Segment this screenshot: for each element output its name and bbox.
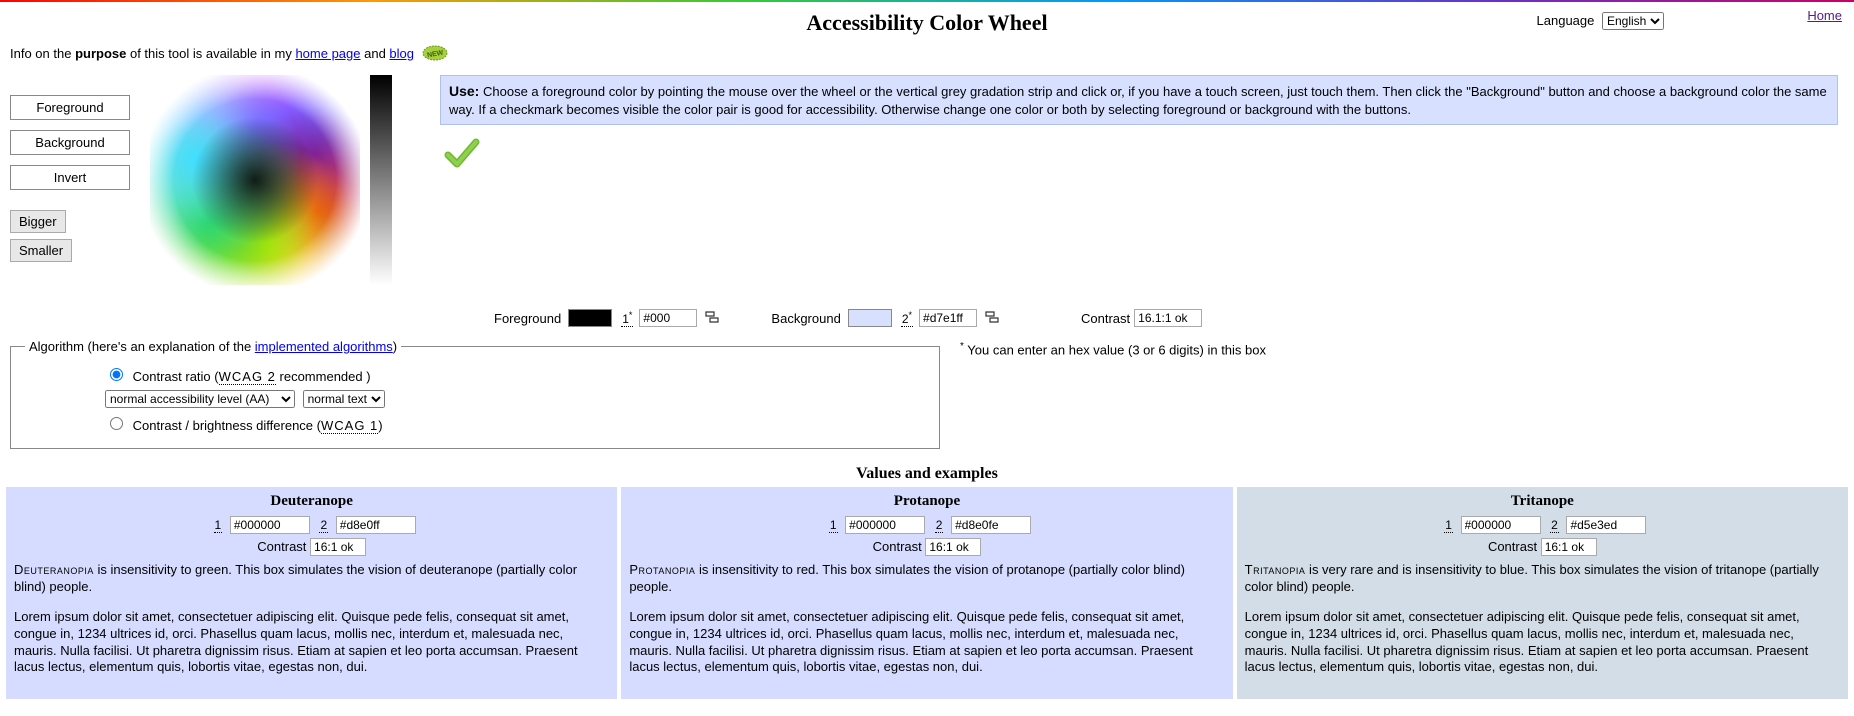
right-column: Use: Choose a foreground color by pointi… (440, 75, 1844, 295)
trit-title: Tritanope (1245, 493, 1840, 510)
swap-icon-2[interactable] (984, 310, 1000, 327)
trit-contrast: Contrast (1245, 538, 1840, 556)
prot-contrast: Contrast (629, 538, 1224, 556)
prot-contrast-value (925, 538, 981, 556)
bg-index-label: 2* (901, 310, 913, 327)
swap-icon[interactable] (704, 310, 720, 327)
intro-text: Info on the purpose of this tool is avai… (0, 40, 1854, 69)
trit-body: Lorem ipsum dolor sit amet, consectetuer… (1245, 609, 1840, 677)
trit-v2[interactable] (1566, 516, 1646, 534)
background-button[interactable]: Background (10, 130, 130, 155)
color-wheel[interactable] (150, 75, 360, 285)
language-select[interactable]: English (1602, 12, 1664, 30)
use-text: Choose a foreground color by pointing th… (449, 84, 1827, 117)
deut-v1[interactable] (230, 516, 310, 534)
intro-prefix: Info on the (10, 46, 75, 61)
foreground-swatch (568, 309, 612, 327)
prot-v1[interactable] (845, 516, 925, 534)
language-label: Language (1537, 13, 1595, 28)
deuteranope-box: Deuteranope 1 2 Contrast Deuteranopia is… (6, 487, 617, 699)
protanope-box: Protanope 1 2 Contrast Protanopia is ins… (621, 487, 1232, 699)
deut-title: Deuteranope (14, 493, 609, 510)
deut-v2[interactable] (336, 516, 416, 534)
contrast-ratio-radio[interactable] (110, 368, 123, 381)
color-inputs-row: Foreground 1* Background 2* Contrast (0, 301, 1854, 335)
background-label: Background (771, 311, 840, 326)
algo-option-1: Contrast ratio (WCAG 2 recommended ) (25, 362, 925, 387)
size-buttons: Bigger Smaller (10, 210, 140, 262)
brightness-diff-radio[interactable] (110, 417, 123, 430)
checkmark-icon (444, 135, 1844, 174)
language-selector: Language English (1537, 12, 1664, 30)
algorithm-legend: Algorithm (here's an explanation of the … (25, 339, 401, 354)
wcag1-abbr: WCAG 1 (321, 418, 378, 434)
background-swatch (848, 309, 892, 327)
background-hex-input[interactable] (919, 309, 977, 327)
algo-option-2: Contrast / brightness difference (WCAG 1… (25, 411, 925, 436)
prot-body: Lorem ipsum dolor sit amet, consectetuer… (629, 609, 1224, 677)
button-column: Foreground Background Invert Bigger Smal… (10, 75, 140, 295)
hex-footnote: * You can enter an hex value (3 or 6 dig… (960, 339, 1266, 357)
examples-row: Deuteranope 1 2 Contrast Deuteranopia is… (0, 487, 1854, 699)
left-column: Foreground Background Invert Bigger Smal… (10, 75, 430, 295)
deut-contrast: Contrast (14, 538, 609, 556)
prot-inputs: 1 2 (629, 516, 1224, 534)
invert-button[interactable]: Invert (10, 165, 130, 190)
home-link[interactable]: Home (1807, 8, 1842, 23)
intro-mid: of this tool is available in my (126, 46, 295, 61)
bigger-button[interactable]: Bigger (10, 210, 66, 233)
deut-contrast-value (310, 538, 366, 556)
deut-inputs: 1 2 (14, 516, 609, 534)
intro-bold: purpose (75, 46, 126, 61)
trit-v1[interactable] (1461, 516, 1541, 534)
deut-desc: Deuteranopia is insensitivity to green. … (14, 562, 609, 596)
fg-index-label: 1* (621, 310, 633, 327)
examples-title: Values and examples (0, 465, 1854, 483)
use-instructions: Use: Choose a foreground color by pointi… (440, 75, 1838, 125)
main-area: Foreground Background Invert Bigger Smal… (0, 69, 1854, 301)
text-size-select[interactable]: normal text (303, 390, 385, 408)
contrast-value (1134, 309, 1202, 327)
prot-desc: Protanopia is insensitivity to red. This… (629, 562, 1224, 596)
wheel-area (150, 75, 420, 295)
header: Accessibility Color Wheel Language Engli… (0, 2, 1854, 40)
grey-gradation-strip[interactable] (370, 75, 392, 285)
trit-desc: Tritanopia is very rare and is insensiti… (1245, 562, 1840, 596)
algorithm-row: Algorithm (here's an explanation of the … (0, 335, 1854, 453)
smaller-button[interactable]: Smaller (10, 239, 72, 262)
foreground-button[interactable]: Foreground (10, 95, 130, 120)
prot-v2[interactable] (951, 516, 1031, 534)
foreground-label: Foreground (494, 311, 561, 326)
trit-inputs: 1 2 (1245, 516, 1840, 534)
new-badge-icon: NEW (422, 44, 448, 65)
deut-body: Lorem ipsum dolor sit amet, consectetuer… (14, 609, 609, 677)
intro-and: and (361, 46, 390, 61)
trit-contrast-value (1541, 538, 1597, 556)
accessibility-level-select[interactable]: normal accessibility level (AA) (105, 390, 295, 408)
contrast-label: Contrast (1081, 311, 1130, 326)
algorithms-link[interactable]: implemented algorithms (255, 339, 393, 354)
tritanope-box: Tritanope 1 2 Contrast Tritanopia is ver… (1237, 487, 1848, 699)
algo-selects: normal accessibility level (AA) normal t… (25, 387, 925, 411)
homepage-link[interactable]: home page (295, 46, 360, 61)
use-label: Use: (449, 83, 479, 99)
algorithm-fieldset: Algorithm (here's an explanation of the … (10, 339, 940, 449)
prot-title: Protanope (629, 493, 1224, 510)
wcag2-abbr: WCAG 2 (219, 369, 276, 385)
blog-link[interactable]: blog (389, 46, 414, 61)
foreground-hex-input[interactable] (639, 309, 697, 327)
